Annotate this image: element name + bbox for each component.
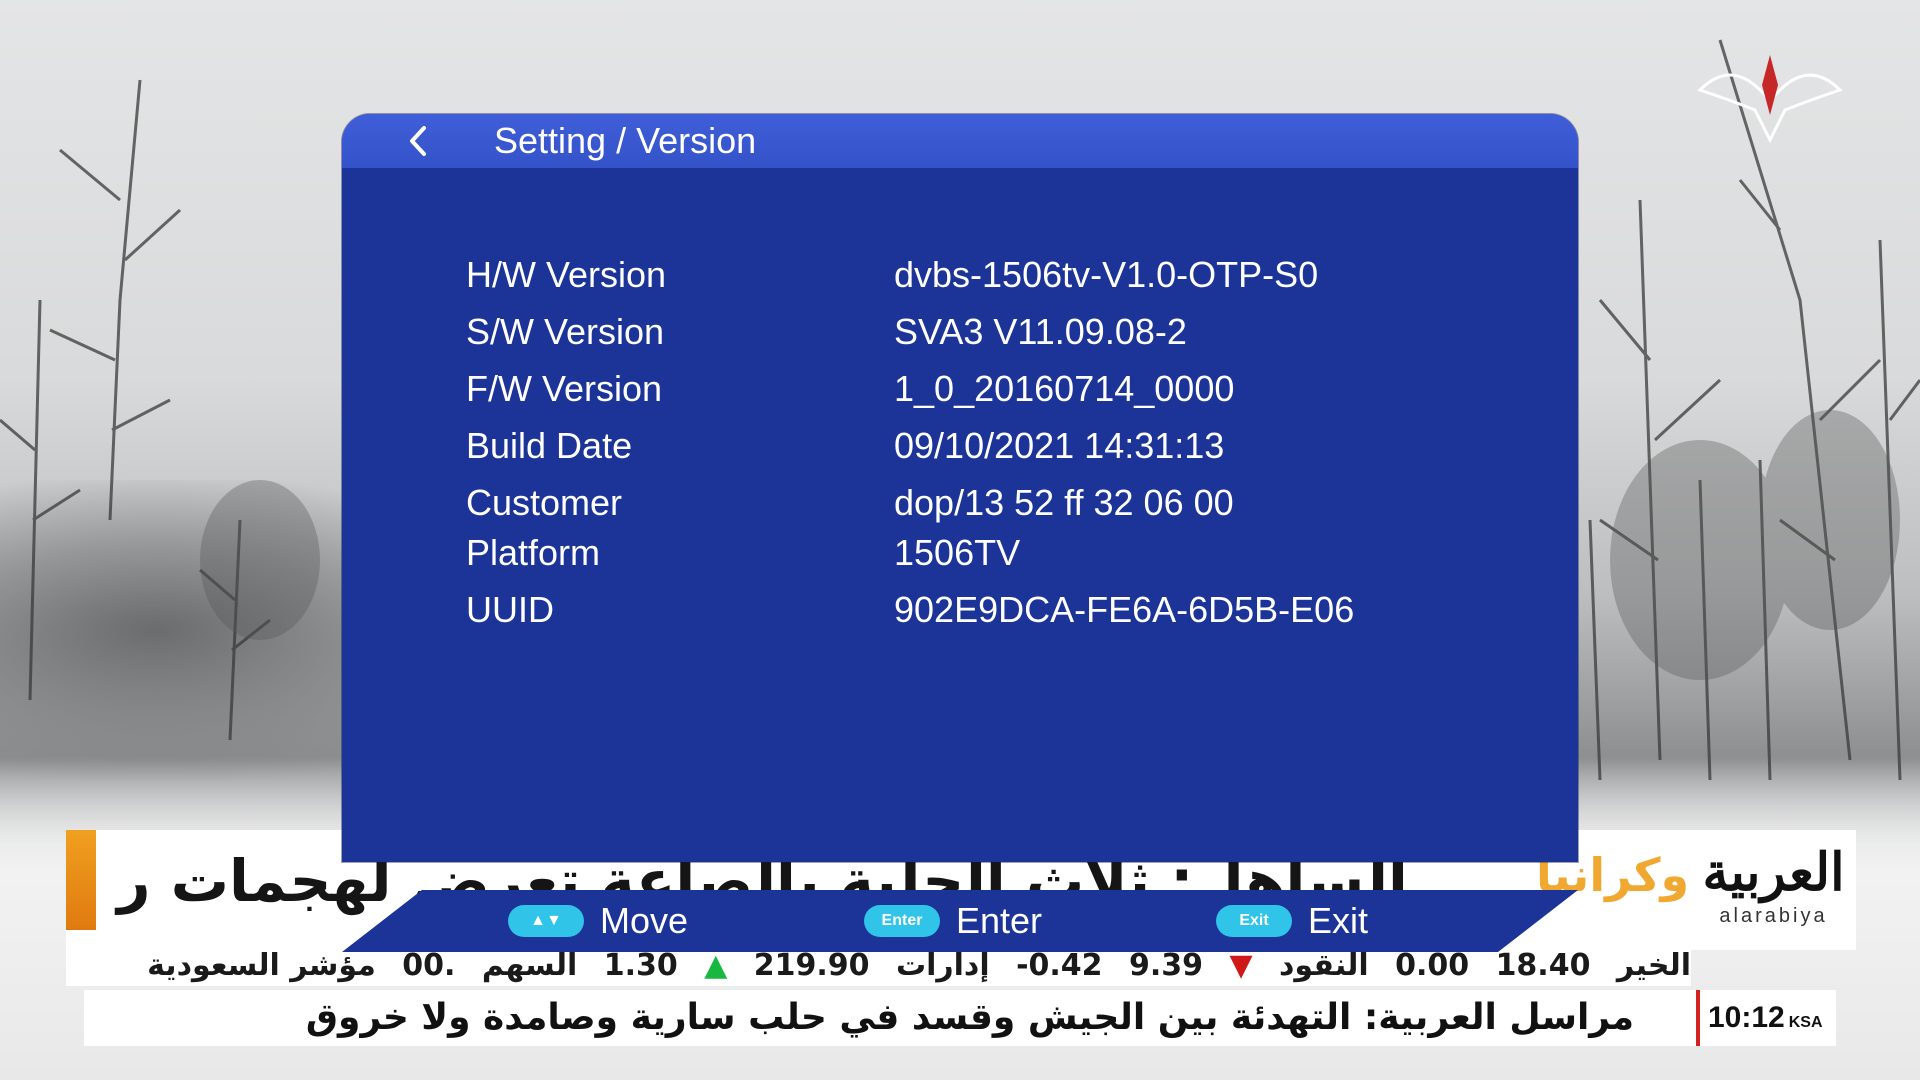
info-label: H/W Version	[466, 254, 667, 295]
exit-key-icon: Exit	[1216, 905, 1292, 937]
info-label: S/W Version	[466, 311, 665, 352]
info-value: 09/10/2021 14:31:13	[894, 425, 1225, 466]
military-emblem-logo	[1697, 55, 1843, 144]
ticker-item: 00.	[402, 948, 456, 983]
back-chevron-icon[interactable]	[402, 124, 436, 158]
clock-timezone: KSA	[1788, 1014, 1823, 1031]
ticker-item: 18.40	[1495, 948, 1591, 983]
enter-hint-label: Enter	[956, 900, 1043, 941]
up-down-arrow-key-icon: ▲▼	[508, 905, 584, 937]
info-label: Build Date	[466, 425, 633, 466]
enter-key-icon: Enter	[864, 905, 940, 937]
ticker-up-arrow-icon: ▲	[704, 948, 728, 983]
dialog-header: Setting / Version	[342, 114, 1578, 168]
info-value: 1_0_20160714_0000	[894, 368, 1235, 409]
ticker-item: إدارات	[895, 948, 990, 983]
ticker-item: الخير	[1616, 948, 1691, 983]
ticker-item: 1.30	[603, 948, 678, 983]
info-label: Platform	[466, 532, 601, 573]
info-value: 1506TV	[894, 532, 1021, 573]
market-ticker: الخير 18.40 0.00 النقود ▼ 9.39 -0.42 إدا…	[66, 946, 1691, 986]
info-label: UUID	[466, 589, 554, 630]
exit-hint-label: Exit	[1308, 900, 1369, 941]
channel-logo-arabic: العربية	[1702, 842, 1845, 903]
ticker-item: النقود	[1279, 948, 1369, 983]
enter-hint[interactable]: Enter Enter	[864, 890, 1042, 952]
channel-logo: العربية alarabiya	[1691, 830, 1856, 948]
info-label: Customer	[466, 482, 623, 523]
version-dialog: Setting / Version H/W Version dvbs-1506t…	[342, 114, 1578, 862]
channel-logo-latin: alarabiya	[1719, 905, 1828, 927]
clock-time: 10:12	[1708, 1001, 1785, 1034]
info-value: 902E9DCA-FE6A-6D5B-E06	[894, 589, 1355, 630]
ticker-item: 219.90	[753, 948, 870, 983]
ticker-down-arrow-icon: ▼	[1229, 948, 1253, 983]
breaking-news-text: مراسل العربية: التهدئة بين الجيش وقسد في…	[305, 997, 1634, 1038]
ticker-item: مؤشر السعودية	[147, 948, 376, 983]
ticker-item: السهم	[481, 948, 578, 983]
info-value: SVA3 V11.09.08-2	[894, 311, 1187, 352]
info-label: F/W Version	[466, 368, 663, 409]
key-hint-bar: ▲▼ Move Enter Enter Exit Exit	[342, 890, 1578, 952]
move-hint-label: Move	[600, 900, 689, 941]
info-value: dvbs-1506tv-V1.0-OTP-S0	[894, 254, 1319, 295]
exit-hint[interactable]: Exit Exit	[1216, 890, 1368, 952]
move-hint[interactable]: ▲▼ Move	[508, 890, 688, 952]
headline-accent-stripe	[66, 830, 96, 930]
ticker-item: -0.42	[1016, 948, 1103, 983]
breaking-news-bar: مراسل العربية: التهدئة بين الجيش وقسد في…	[84, 990, 1836, 1046]
ticker-item: 0.00	[1395, 948, 1470, 983]
ticker-item: 9.39	[1129, 948, 1204, 983]
dialog-title: Setting / Version	[494, 120, 757, 161]
info-value: dop/13 52 ff 32 06 00	[894, 482, 1234, 523]
broadcast-clock: 10:12 KSA	[1696, 990, 1836, 1046]
